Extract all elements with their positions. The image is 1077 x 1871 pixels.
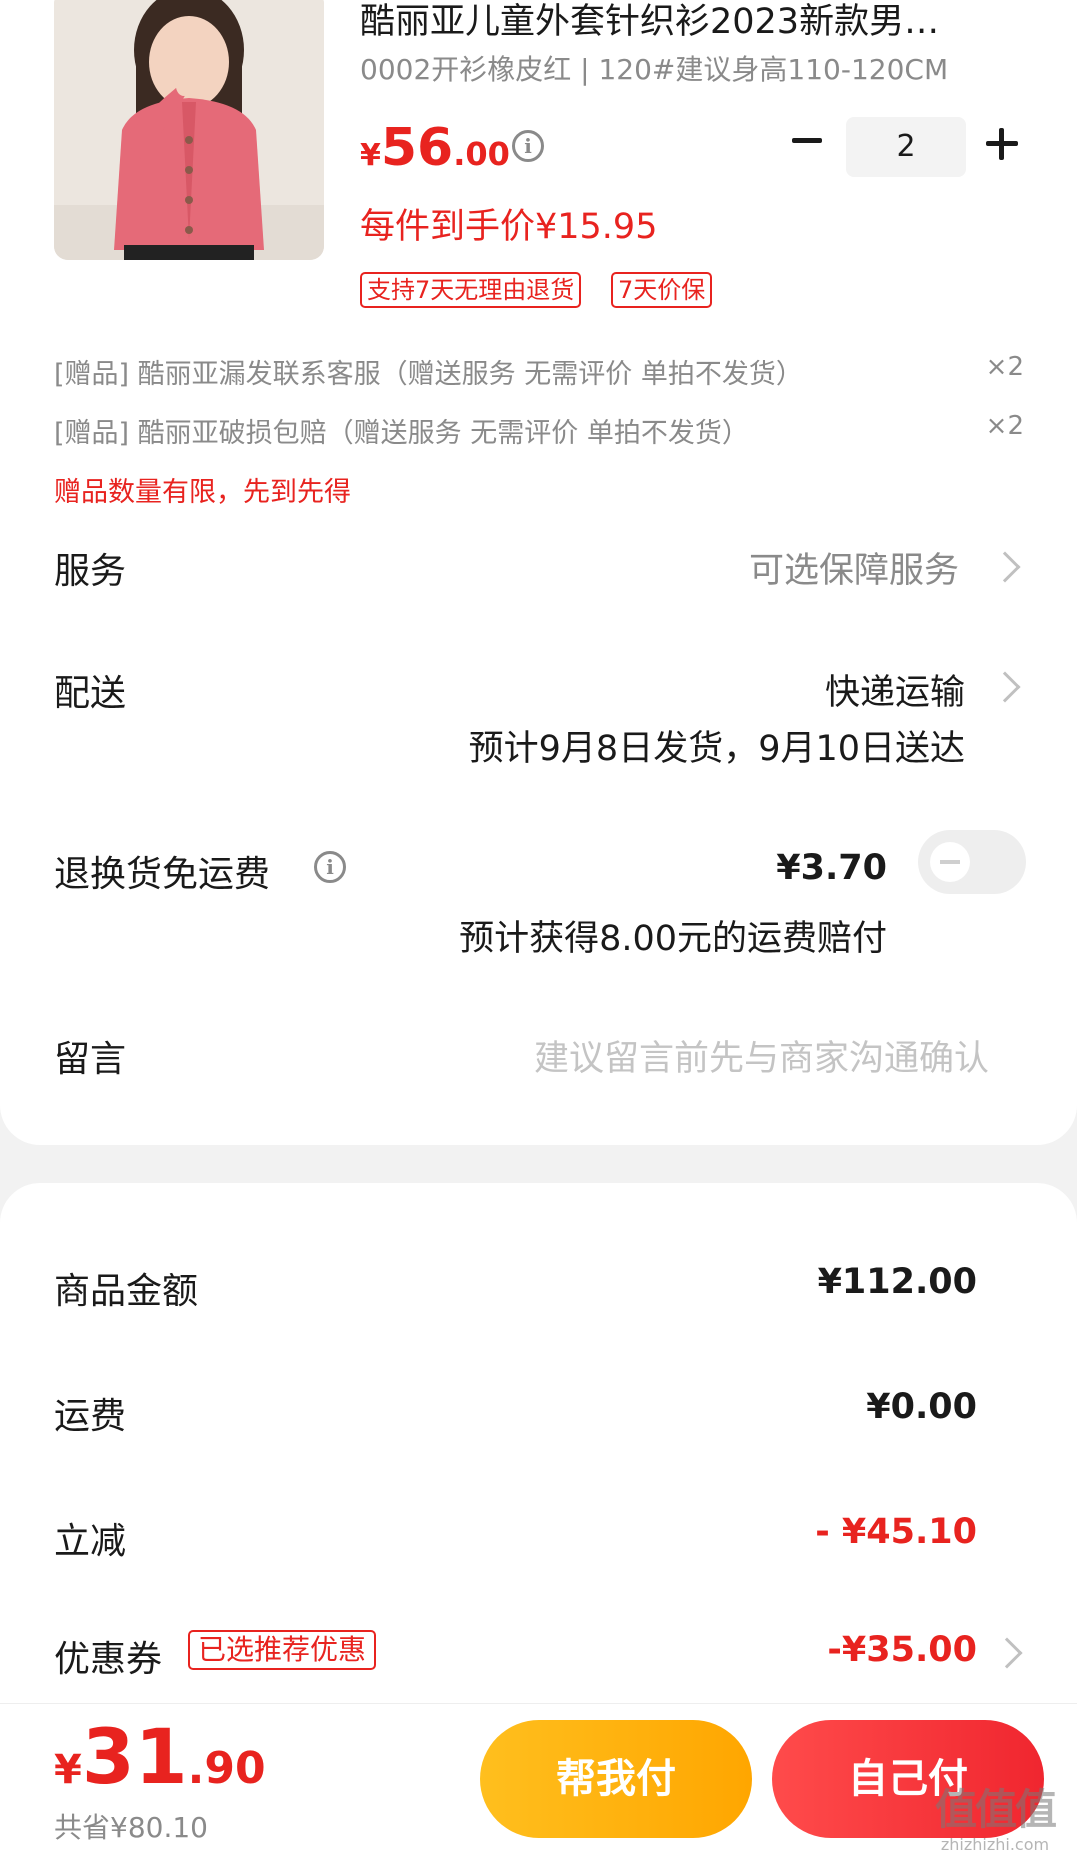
watermark-url: zhizhizhi.com xyxy=(940,1835,1050,1854)
product-price: ¥56.00 xyxy=(360,118,510,178)
gift-qty: ×2 xyxy=(985,352,1024,382)
order-summary-card xyxy=(0,1183,1077,1703)
price-integer: 56 xyxy=(380,118,454,178)
service-label: 服务 xyxy=(54,551,127,592)
total-saved: 共省¥80.10 xyxy=(54,1811,208,1844)
goods-amount-value: ¥112.00 xyxy=(817,1262,977,1302)
delivery-label: 配送 xyxy=(54,673,127,714)
gift-item: [赠品] 酷丽亚漏发联系客服（赠送服务 无需评价 单拍不发货） ×2 xyxy=(54,352,1024,391)
gift-qty: ×2 xyxy=(985,411,1024,441)
return-shipping-note: 预计获得8.00元的运费赔付 xyxy=(459,919,887,959)
unit-price: 每件到手价¥15.95 xyxy=(360,207,658,247)
discount-label: 立减 xyxy=(54,1521,127,1562)
gift-item: [赠品] 酷丽亚破损包赔（赠送服务 无需评价 单拍不发货） ×2 xyxy=(54,411,1024,450)
site-watermark: 值值值 zhizhizhi.com xyxy=(920,1785,1070,1867)
help-pay-button[interactable]: 帮我付 xyxy=(480,1720,752,1838)
toggle-knob xyxy=(930,842,970,882)
product-image[interactable] xyxy=(54,0,324,260)
gift-text: [赠品] 酷丽亚破损包赔（赠送服务 无需评价 单拍不发货） xyxy=(54,418,749,449)
info-icon[interactable]: i xyxy=(314,851,346,883)
total-price: ¥31.90 xyxy=(54,1712,266,1801)
gift-note: 赠品数量有限，先到先得 xyxy=(54,477,351,508)
total-integer: 31 xyxy=(81,1712,188,1801)
total-decimal: .90 xyxy=(187,1743,266,1794)
price-currency: ¥ xyxy=(360,138,381,173)
plus-icon[interactable] xyxy=(986,128,1018,160)
shipping-fee-value: ¥0.00 xyxy=(866,1387,977,1427)
tag-7day-return: 支持7天无理由退货 xyxy=(360,272,582,308)
coupon-selected-tag: 已选推荐优惠 xyxy=(188,1630,377,1670)
service-value[interactable]: 可选保障服务 xyxy=(749,542,959,593)
discount-value: - ¥45.10 xyxy=(815,1512,977,1552)
goods-amount-label: 商品金额 xyxy=(54,1271,199,1312)
coupon-label: 优惠券 xyxy=(54,1639,163,1680)
price-decimal: .00 xyxy=(453,135,510,173)
total-currency: ¥ xyxy=(54,1747,82,1793)
delivery-estimate: 预计9月8日发货，9月10日送达 xyxy=(468,729,965,769)
watermark-logo: 值值值 xyxy=(934,1785,1057,1834)
delivery-method[interactable]: 快递运输 xyxy=(825,664,965,715)
tag-price-protect: 7天价保 xyxy=(611,272,713,308)
return-shipping-price: ¥3.70 xyxy=(776,848,887,888)
product-photo-girl xyxy=(54,0,324,260)
product-title[interactable]: 酷丽亚儿童外套针织衫2023新款男… xyxy=(360,0,1000,44)
info-icon[interactable]: i xyxy=(512,130,544,162)
message-input[interactable]: 建议留言前先与商家沟通确认 xyxy=(534,1030,989,1081)
order-confirm-page: 酷丽亚儿童外套针织衫2023新款男… 0002开衫橡皮红 | 120#建议身高1… xyxy=(0,0,1077,1871)
product-spec[interactable]: 0002开衫橡皮红 | 120#建议身高110-120CM xyxy=(360,48,948,88)
coupon-value[interactable]: -¥35.00 xyxy=(827,1630,977,1670)
message-label: 留言 xyxy=(54,1039,127,1080)
shipping-fee-label: 运费 xyxy=(54,1396,127,1437)
gift-text: [赠品] 酷丽亚漏发联系客服（赠送服务 无需评价 单拍不发货） xyxy=(54,359,803,390)
minus-icon[interactable] xyxy=(788,120,828,160)
return-shipping-toggle[interactable] xyxy=(918,830,1026,894)
quantity-input[interactable]: 2 xyxy=(846,117,966,177)
return-shipping-label: 退换货免运费 xyxy=(54,854,271,895)
